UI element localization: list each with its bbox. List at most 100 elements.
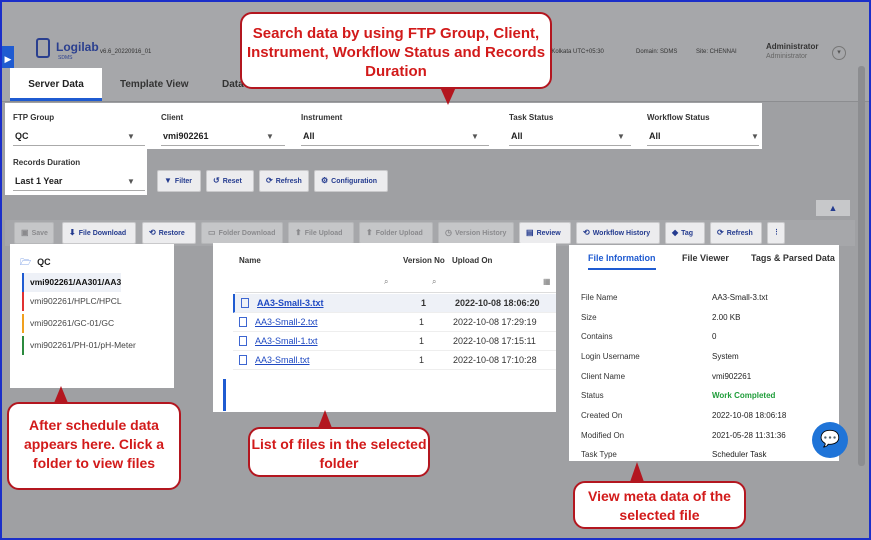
task-status-select[interactable]: All [511, 131, 523, 141]
workflow-history-button[interactable]: ⟲ Workflow History [576, 222, 660, 244]
instrument-select[interactable]: All [303, 131, 315, 141]
callout-tail [54, 386, 68, 403]
file-name[interactable]: AA3-Small-2.txt [255, 313, 318, 332]
tab-server-data[interactable]: Server Data [10, 68, 102, 101]
page-scrollbar[interactable] [858, 66, 865, 466]
file-name[interactable]: AA3-Small.txt [255, 351, 310, 370]
chevron-down-icon[interactable]: ▼ [751, 132, 759, 141]
search-icon[interactable]: ⌕ [432, 277, 436, 287]
restore-button[interactable]: ⟲ Restore [142, 222, 196, 244]
site-label: Site: CHENNAI [696, 49, 737, 55]
refresh-filter-button-label: Refresh [275, 178, 302, 185]
tab-template-view[interactable]: Template View [120, 68, 210, 101]
meta-key: Task Type [581, 450, 617, 459]
folder-upload-button[interactable]: ⬆ Folder Upload [359, 222, 433, 244]
filter-icon: ▼ [164, 176, 172, 185]
calendar-icon[interactable]: ▦ [543, 277, 551, 286]
configuration-button[interactable]: ⚙ Configuration [314, 170, 388, 192]
client-select[interactable]: vmi902261 [163, 131, 209, 141]
file-icon [239, 355, 247, 365]
ftp-group-underline [13, 145, 145, 146]
folder-download-button[interactable]: ▭ Folder Download [201, 222, 283, 244]
file-download-button[interactable]: ⬇ File Download [62, 222, 136, 244]
download-icon: ⬇ [69, 228, 76, 237]
filter-panel: FTP Group QC ▼ Client vmi902261 ▼ Instru… [5, 103, 762, 149]
upload-icon: ⬆ [295, 228, 302, 237]
file-upload-date: 2022-10-08 17:29:19 [453, 317, 537, 327]
file-name[interactable]: AA3-Small-3.txt [257, 294, 324, 313]
file-version: 1 [419, 336, 425, 346]
workflow-status-label: Workflow Status [647, 113, 710, 122]
file-upload-button[interactable]: ⬆ File Upload [288, 222, 354, 244]
table-row[interactable]: AA3-Small-3.txt 1 2022-10-08 18:06:20 [233, 294, 556, 313]
file-name[interactable]: AA3-Small-1.txt [255, 332, 318, 351]
tag-icon: ◆ [672, 228, 679, 237]
workflow-status-underline [647, 145, 759, 146]
folder-root-label: QC [37, 257, 51, 267]
meta-key: Created On [581, 411, 623, 420]
collapse-up-icon[interactable]: ▲ [816, 200, 850, 216]
meta-value: AA3-Small-3.txt [712, 293, 768, 302]
restore-button-label: Restore [158, 230, 185, 237]
callout-meta-text: View meta data of the selected file [588, 488, 731, 523]
chevron-down-icon[interactable]: ▼ [471, 132, 479, 141]
file-search-row: ⌕ ⌕ ▦ [235, 277, 556, 293]
callout-tail [630, 462, 644, 482]
version-history-button[interactable]: ◷ Version History [438, 222, 514, 244]
table-row[interactable]: AA3-Small-2.txt 1 2022-10-08 17:29:19 [233, 313, 556, 332]
workflow-status-select[interactable]: All [649, 131, 661, 141]
meta-key: Size [581, 313, 597, 322]
file-list-scrollbar[interactable] [223, 379, 226, 411]
callout-tail [318, 410, 332, 428]
refresh-filter-button[interactable]: ⟳ Refresh [259, 170, 309, 192]
records-duration-select[interactable]: Last 1 Year [15, 176, 62, 186]
chevron-down-icon[interactable]: ▼ [266, 132, 274, 141]
tag-button[interactable]: ◆ Tag [665, 222, 705, 244]
chevron-down-icon[interactable]: ▼ [127, 132, 135, 141]
column-header-upload[interactable]: Upload On [452, 256, 492, 265]
folder-item[interactable]: vmi902261/PH-01/pH-Meter [22, 336, 136, 355]
chevron-down-icon[interactable]: ▼ [127, 177, 135, 186]
app-logo: Logilab [56, 40, 99, 54]
file-upload-button-label: File Upload [304, 230, 343, 237]
callout-files-text: List of files in the selected folder [251, 436, 427, 471]
chevron-down-icon[interactable]: ▼ [617, 132, 625, 141]
chevron-down-icon[interactable]: ▾ [832, 46, 846, 60]
workflow-icon: ⟲ [583, 228, 590, 237]
review-button[interactable]: ▤ Review [519, 222, 571, 244]
folder-item[interactable]: vmi902261/GC-01/GC [22, 314, 114, 333]
ftp-group-select[interactable]: QC [15, 131, 29, 141]
chat-icon[interactable]: 💬 [812, 422, 848, 458]
save-button[interactable]: ▣ Save [14, 222, 54, 244]
reset-icon: ↺ [213, 176, 220, 185]
user-name[interactable]: Administrator [766, 42, 818, 51]
folder-root[interactable]: 🗁 QC [20, 255, 51, 271]
table-row[interactable]: AA3-Small-1.txt 1 2022-10-08 17:15:11 [233, 332, 556, 351]
filter-button[interactable]: ▼ Filter [157, 170, 201, 192]
folder-upload-icon: ⬆ [366, 228, 373, 237]
callout-meta: View meta data of the selected file [573, 481, 746, 529]
meta-key: File Name [581, 293, 618, 302]
meta-value: 2021-05-28 11:31:36 [712, 431, 786, 440]
reset-button[interactable]: ↺ Reset [206, 170, 254, 192]
meta-value: vmi902261 [712, 372, 752, 381]
refresh-button[interactable]: ⟳ Refresh [710, 222, 762, 244]
meta-value: 0 [712, 332, 717, 341]
table-row[interactable]: AA3-Small.txt 1 2022-10-08 17:10:28 [233, 351, 556, 370]
column-header-version[interactable]: Version No [403, 256, 445, 265]
folder-item[interactable]: vmi902261/AA301/AA3 [22, 273, 122, 292]
folder-download-button-label: Folder Download [218, 230, 276, 237]
tab-file-viewer[interactable]: File Viewer [682, 253, 729, 263]
tab-tags-parsed-data[interactable]: Tags & Parsed Data [751, 253, 839, 263]
more-vertical-icon: ⋮ [773, 229, 780, 236]
app-version: v6.6_20220916_01 [100, 49, 152, 55]
search-icon[interactable]: ⌕ [384, 277, 388, 287]
folder-upload-button-label: Folder Upload [375, 230, 423, 237]
folder-item[interactable]: vmi902261/HPLC/HPCL [22, 292, 122, 311]
column-header-name[interactable]: Name [239, 256, 261, 265]
more-menu-button[interactable]: ⋮ [767, 222, 785, 244]
folder-item-label: vmi902261/GC-01/GC [30, 318, 115, 328]
callout-tail [440, 87, 456, 105]
tab-file-information[interactable]: File Information [588, 253, 656, 270]
client-label: Client [161, 113, 184, 122]
